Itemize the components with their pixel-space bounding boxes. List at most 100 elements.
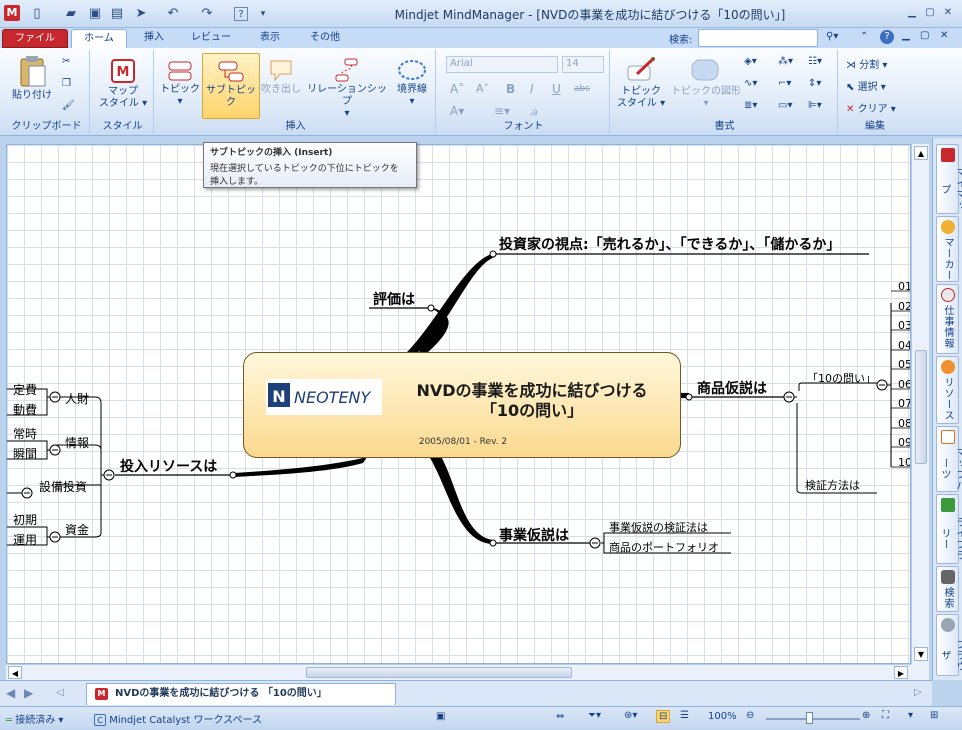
clear-button[interactable]: ✕ クリア ▾	[846, 100, 896, 115]
map-view-button[interactable]: ⊟	[656, 710, 671, 723]
bold-button[interactable]: B	[506, 82, 515, 96]
filter-icon[interactable]: ⏷▾	[588, 710, 601, 721]
ribbon-collapse-icon[interactable]: ⌃	[860, 31, 868, 42]
minimize-icon[interactable]: ▁	[904, 6, 920, 20]
restore-icon[interactable]: ▢	[922, 6, 938, 20]
zoom-in-icon[interactable]: ⊕	[862, 710, 870, 721]
tab-my-maps[interactable]: マイマップ	[936, 144, 962, 214]
vertical-scroll-thumb[interactable]	[915, 350, 927, 464]
topic-button[interactable]: トピック ▾	[158, 58, 202, 108]
font-size-select[interactable]: 14	[562, 56, 604, 73]
topic-portfolio[interactable]: 商品のポートフォリオ	[609, 539, 719, 555]
tab-view[interactable]: 表示	[254, 29, 286, 48]
zoom-out-icon[interactable]: ⊖	[746, 710, 754, 721]
doc-minimize-icon[interactable]: ▁	[902, 30, 910, 41]
tab-browser[interactable]: ブラウザ	[936, 614, 962, 676]
font-color-icon[interactable]: A▾	[450, 104, 464, 118]
topic-business-hypothesis[interactable]: 事業仮説は	[499, 525, 569, 545]
number-topic[interactable]: 05	[898, 358, 910, 371]
number-topic[interactable]: 10	[898, 456, 910, 469]
number-topic[interactable]: 04	[898, 339, 910, 352]
tab-search[interactable]: 検索	[936, 566, 959, 612]
tab-map-parts[interactable]: マップパーツ	[936, 426, 962, 492]
map-overview-icon[interactable]: ▣	[436, 711, 445, 722]
outline-view-button[interactable]: ☰	[680, 710, 689, 721]
topic-moment[interactable]: 瞬間	[13, 445, 37, 462]
horizontal-scrollbar[interactable]: ◀ ▶	[6, 664, 911, 680]
spacing-icon[interactable]: ▭▾	[778, 100, 792, 111]
zoom-menu-icon[interactable]: ▾	[908, 710, 913, 721]
topic-variable-cost[interactable]: 動費	[13, 401, 37, 418]
subtopic-button[interactable]: サブトピック	[202, 53, 260, 119]
format-painter-icon[interactable]: 🖌	[62, 100, 75, 111]
central-topic[interactable]: N NEOTENY NVDの事業を成功に結びつける 「10の問い」 2005/0…	[243, 352, 681, 458]
shrink-font-icon[interactable]: A˅	[476, 82, 489, 95]
cut-icon[interactable]: ✂	[62, 56, 70, 67]
numbering-icon[interactable]: ☷▾	[808, 56, 822, 67]
number-topic[interactable]: 02	[898, 300, 910, 313]
horizontal-scroll-thumb[interactable]	[306, 667, 572, 678]
help-circle-icon[interactable]: ?	[880, 30, 894, 44]
fit-width-icon[interactable]: ⇔	[556, 711, 564, 722]
back-arrow-icon[interactable]: ◀	[6, 686, 15, 700]
topic-operation[interactable]: 運用	[13, 531, 37, 548]
alignment-icon[interactable]: ⊫▾	[808, 100, 822, 111]
doc-restore-icon[interactable]: ▢	[920, 30, 929, 41]
align-icon[interactable]: ≡▾	[494, 104, 510, 118]
topic-resources[interactable]: 投入リソースは	[120, 456, 217, 476]
topic-initial[interactable]: 初期	[13, 511, 37, 528]
tab-home[interactable]: ホーム	[71, 29, 127, 48]
number-topic[interactable]: 01	[898, 280, 910, 293]
topic-shape-button[interactable]: トピックの図形 ▾	[668, 56, 744, 110]
topic-fixed-cost[interactable]: 定費	[13, 381, 37, 398]
italic-button[interactable]: I	[530, 82, 534, 96]
relationship-button[interactable]: リレーションシップ ▾	[304, 58, 390, 120]
tab-task-info[interactable]: 仕事情報	[936, 284, 959, 354]
topic-ten-questions[interactable]: 「10の問い」	[807, 370, 876, 386]
split-button[interactable]: ⋊ 分割 ▾	[846, 56, 887, 71]
topic-biz-verification[interactable]: 事業仮説の検証法は	[609, 519, 708, 535]
connector-icon[interactable]: ⌐▾	[778, 78, 791, 89]
scroll-up-icon[interactable]: ▲	[914, 146, 928, 160]
tab-insert[interactable]: 挿入	[138, 29, 170, 48]
number-topic[interactable]: 06	[898, 378, 910, 391]
strikethrough-button[interactable]: abc	[574, 84, 590, 94]
topic-product-hypothesis[interactable]: 商品仮説は	[697, 378, 767, 398]
doc-close-icon[interactable]: ✕	[940, 30, 948, 41]
binoculars-icon[interactable]: ⚲▾	[826, 31, 838, 42]
underline-button[interactable]: U	[552, 82, 561, 96]
line-color-icon[interactable]: ∿▾	[744, 78, 757, 89]
topic-funds[interactable]: 資金	[65, 521, 89, 538]
number-topic[interactable]: 07	[898, 397, 910, 410]
topic-constant[interactable]: 常時	[13, 425, 37, 442]
select-button[interactable]: ⬉ 選択 ▾	[846, 78, 886, 93]
tab-file[interactable]: ファイル	[2, 29, 68, 48]
topic-verification[interactable]: 検証方法は	[805, 477, 860, 493]
zoom-slider[interactable]	[766, 718, 860, 720]
font-name-select[interactable]: Arial	[446, 56, 558, 73]
topic-equipment[interactable]: 設備投資	[39, 478, 87, 495]
topic-info[interactable]: 情報	[65, 434, 89, 451]
number-topic[interactable]: 09	[898, 436, 910, 449]
scroll-left-icon[interactable]: ◀	[8, 666, 22, 679]
close-icon[interactable]: ✕	[940, 6, 956, 20]
line-style-icon[interactable]: ≣▾	[744, 100, 757, 111]
fullscreen-icon[interactable]: ⊞	[930, 710, 938, 721]
number-topic[interactable]: 08	[898, 417, 910, 430]
fill-color-icon[interactable]: ◈▾	[744, 56, 757, 67]
layout-view-icon[interactable]: ⊛▾	[624, 710, 637, 721]
forward-arrow-icon[interactable]: ▶	[24, 686, 33, 700]
distribute-icon[interactable]: ⇕▾	[808, 78, 821, 89]
map-canvas[interactable]: N NEOTENY NVDの事業を成功に結びつける 「10の問い」 2005/0…	[6, 144, 911, 664]
workspace-status[interactable]: C Mindjet Catalyst ワークスペース	[94, 711, 262, 726]
zoom-slider-handle[interactable]	[806, 712, 813, 724]
tab-other[interactable]: その他	[305, 29, 345, 48]
tab-library[interactable]: ライブラリー	[936, 494, 962, 564]
paste-button[interactable]: 貼り付け	[10, 56, 54, 102]
tab-scroll-right-icon[interactable]: ▷	[914, 687, 922, 698]
copy-icon[interactable]: ❐	[62, 78, 71, 89]
topic-investor-view[interactable]: 投資家の視点:「売れるか」、「できるか」、「儲かるか」	[499, 234, 840, 254]
search-input[interactable]	[698, 29, 818, 47]
tab-scroll-left-icon[interactable]: ◁	[56, 687, 64, 698]
map-style-button[interactable]: M マップ スタイル ▾	[98, 58, 148, 110]
